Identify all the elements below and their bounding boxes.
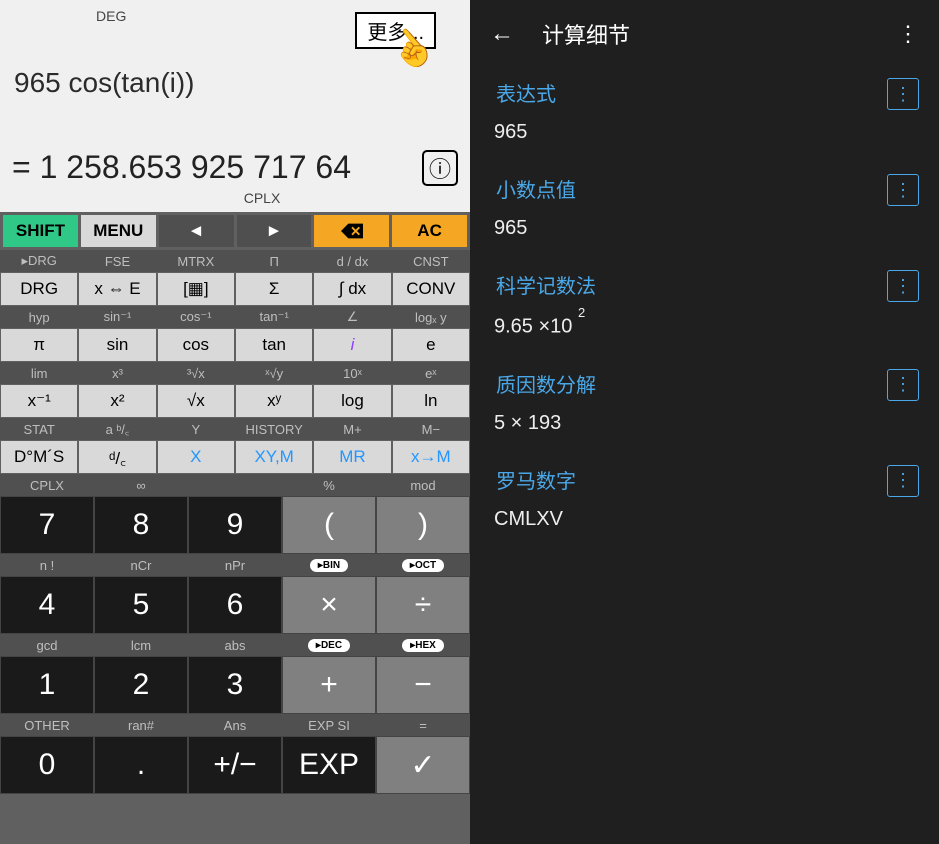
decimal-value: 965 — [494, 217, 919, 240]
kebab-menu-icon[interactable]: ⋮ — [897, 21, 919, 47]
section-roman: ⋮ 罗马数字 CMLXV — [490, 465, 919, 531]
cos-key[interactable]: cos — [158, 329, 234, 361]
conv-key[interactable]: CONV — [393, 273, 469, 305]
menu-key[interactable]: MENU — [81, 215, 156, 247]
section-menu-icon[interactable]: ⋮ — [887, 369, 919, 401]
calc-details-pane: ← 计算细节 ⋮ ⋮ 表达式 965 ⋮ 小数点值 965 ⋮ 科学记数法 9.… — [470, 0, 939, 844]
drg-key[interactable]: DRG — [1, 273, 77, 305]
XYM-key[interactable]: XY,M — [236, 441, 312, 473]
angle-mode-label: DEG — [96, 8, 126, 24]
key-4[interactable]: 4 — [1, 577, 93, 633]
key-7[interactable]: 7 — [1, 497, 93, 553]
minus-key[interactable]: − — [377, 657, 469, 713]
shift-labels-row-3: lim x³ ³√x ˣ√y 10ˣ eˣ — [0, 362, 470, 384]
shift-labels-row-1: ▸DRG FSE MTRX Π d / dx CNST — [0, 250, 470, 272]
result-value: = 1 258.653 925 717 64 — [12, 149, 422, 186]
xinv-key[interactable]: x⁻¹ — [1, 385, 77, 417]
decimal-key[interactable]: . — [95, 737, 187, 793]
log-key[interactable]: log — [314, 385, 390, 417]
section-label: 质因数分解 — [496, 369, 919, 398]
info-icon[interactable]: ⓘ — [422, 150, 458, 186]
X-key[interactable]: X — [158, 441, 234, 473]
backspace-icon — [341, 223, 363, 239]
sigma-key[interactable]: Σ — [236, 273, 312, 305]
ln-key[interactable]: ln — [393, 385, 469, 417]
paren-close-key[interactable]: ) — [377, 497, 469, 553]
section-label: 科学记数法 — [496, 270, 919, 299]
shift-key[interactable]: SHIFT — [3, 215, 78, 247]
exp-key[interactable]: EXP — [283, 737, 375, 793]
i-key[interactable]: i — [314, 329, 390, 361]
ac-key[interactable]: AC — [392, 215, 467, 247]
shift-labels-row-2: hyp sin⁻¹ cos⁻¹ tan⁻¹ ∠ logₓ y — [0, 306, 470, 328]
x2-key[interactable]: x² — [79, 385, 155, 417]
dc-key[interactable]: ᵈ/꜀ — [79, 441, 155, 473]
section-scientific: ⋮ 科学记数法 9.65 ×10 2 — [490, 270, 919, 339]
key-5[interactable]: 5 — [95, 577, 187, 633]
shift-labels-row-4: STAT a ᵇ/꜀ Y HISTORY M+ M− — [0, 418, 470, 440]
paren-open-key[interactable]: ( — [283, 497, 375, 553]
sin-key[interactable]: sin — [79, 329, 155, 361]
divide-key[interactable]: ÷ — [377, 577, 469, 633]
matrix-key[interactable]: [▦] — [158, 273, 234, 305]
cplx-label: CPLX — [60, 186, 464, 212]
section-menu-icon[interactable]: ⋮ — [887, 465, 919, 497]
roman-value: CMLXV — [494, 508, 919, 531]
details-title: 计算细节 — [542, 18, 869, 50]
section-label: 罗马数字 — [496, 465, 919, 494]
expression-field[interactable]: 965 cos(tan(i)) — [14, 67, 464, 99]
key-1[interactable]: 1 — [1, 657, 93, 713]
key-8[interactable]: 8 — [95, 497, 187, 553]
MR-key[interactable]: MR — [314, 441, 390, 473]
expression-value: 965 — [494, 121, 919, 144]
cursor-left-key[interactable]: ◄ — [159, 215, 234, 247]
scientific-value: 9.65 ×10 2 — [494, 313, 919, 339]
xM-key[interactable]: x→M — [393, 441, 469, 473]
cursor-right-key[interactable]: ► — [237, 215, 312, 247]
sign-key[interactable]: +/− — [189, 737, 281, 793]
integral-key[interactable]: ∫ dx — [314, 273, 390, 305]
multiply-key[interactable]: × — [283, 577, 375, 633]
e-key[interactable]: e — [393, 329, 469, 361]
section-label: 小数点值 — [496, 174, 919, 203]
key-6[interactable]: 6 — [189, 577, 281, 633]
back-icon[interactable]: ← — [490, 20, 514, 48]
prime-value: 5 × 193 — [494, 412, 919, 435]
section-menu-icon[interactable]: ⋮ — [887, 174, 919, 206]
tan-key[interactable]: tan — [236, 329, 312, 361]
section-prime: ⋮ 质因数分解 5 × 193 — [490, 369, 919, 435]
enter-key[interactable]: ✓ — [377, 737, 469, 793]
section-menu-icon[interactable]: ⋮ — [887, 270, 919, 302]
key-2[interactable]: 2 — [95, 657, 187, 713]
section-decimal: ⋮ 小数点值 965 — [490, 174, 919, 240]
key-3[interactable]: 3 — [189, 657, 281, 713]
section-label: 表达式 — [496, 78, 919, 107]
sqrt-key[interactable]: √x — [158, 385, 234, 417]
key-9[interactable]: 9 — [189, 497, 281, 553]
calculator-pane: DEG 更多... ☝ 965 cos(tan(i)) = 1 258.653 … — [0, 0, 470, 844]
key-0[interactable]: 0 — [1, 737, 93, 793]
xE-key[interactable]: x ⇔ E — [79, 273, 155, 305]
pi-key[interactable]: π — [1, 329, 77, 361]
xy-key[interactable]: xʸ — [236, 385, 312, 417]
section-expression: ⋮ 表达式 965 — [490, 78, 919, 144]
plus-key[interactable]: + — [283, 657, 375, 713]
display-area: DEG 更多... ☝ 965 cos(tan(i)) = 1 258.653 … — [0, 0, 470, 212]
backspace-key[interactable] — [314, 215, 389, 247]
section-menu-icon[interactable]: ⋮ — [887, 78, 919, 110]
dms-key[interactable]: D°M´S — [1, 441, 77, 473]
